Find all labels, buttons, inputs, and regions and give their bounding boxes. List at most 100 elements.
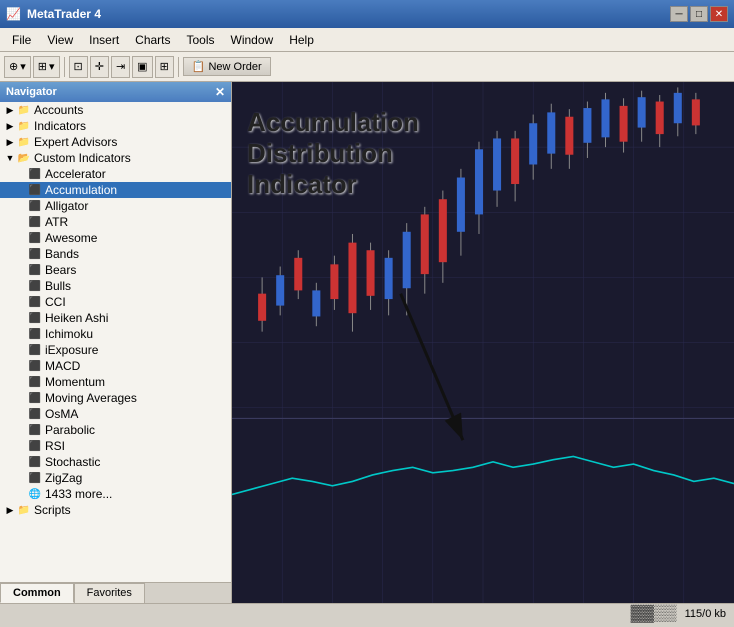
toolbar-btn-4[interactable]: ✛ bbox=[90, 56, 109, 78]
new-order-button[interactable]: 📋 New Order bbox=[183, 57, 271, 76]
minimize-button[interactable]: ─ bbox=[670, 6, 688, 22]
annotation-overlay: Accumulation Distribution Indicator bbox=[247, 107, 419, 201]
indicator-icon-ichimoku: ⬛ bbox=[28, 327, 42, 341]
nav-item-expert-advisors[interactable]: ▶ 📁 Expert Advisors bbox=[0, 134, 231, 150]
nav-label-parabolic: Parabolic bbox=[45, 423, 95, 437]
title-bar-title: MetaTrader 4 bbox=[27, 7, 101, 21]
toolbar-btn-5[interactable]: ⇥ bbox=[111, 56, 130, 78]
toolbar-icon-7: ⊞ bbox=[160, 60, 169, 73]
navigator-panel: Navigator ✕ ▶ 📁 Accounts ▶ 📁 Indicators … bbox=[0, 82, 232, 603]
nav-label-cci: CCI bbox=[45, 295, 66, 309]
nav-item-iexposure[interactable]: ⬛ iExposure bbox=[0, 342, 231, 358]
tab-common[interactable]: Common bbox=[0, 583, 74, 603]
menu-file[interactable]: File bbox=[4, 31, 39, 49]
menu-window[interactable]: Window bbox=[223, 31, 282, 49]
annotation-line2: Distribution bbox=[247, 138, 419, 169]
nav-item-accumulation[interactable]: ⬛ Accumulation bbox=[0, 182, 231, 198]
nav-item-awesome[interactable]: ⬛ Awesome bbox=[0, 230, 231, 246]
nav-item-more[interactable]: 🌐 1433 more... bbox=[0, 486, 231, 502]
menu-charts[interactable]: Charts bbox=[127, 31, 178, 49]
app-icon: 📈 bbox=[6, 7, 21, 21]
folder-icon-ea: 📁 bbox=[17, 135, 31, 149]
nav-item-parabolic[interactable]: ⬛ Parabolic bbox=[0, 422, 231, 438]
toolbar-btn-3[interactable]: ⊡ bbox=[69, 56, 88, 78]
title-bar: 📈 MetaTrader 4 ─ □ ✕ bbox=[0, 0, 734, 28]
status-bar: ▓▓▒▒ 115/0 kb bbox=[0, 603, 734, 623]
nav-label-custom-indicators: Custom Indicators bbox=[34, 151, 131, 165]
tab-favorites[interactable]: Favorites bbox=[74, 583, 145, 603]
indicator-icon-accelerator: ⬛ bbox=[28, 167, 42, 181]
maximize-button[interactable]: □ bbox=[690, 6, 708, 22]
main-area: Navigator ✕ ▶ 📁 Accounts ▶ 📁 Indicators … bbox=[0, 82, 734, 603]
indicator-icon-accumulation: ⬛ bbox=[28, 183, 42, 197]
nav-label-ichimoku: Ichimoku bbox=[45, 327, 93, 341]
nav-label-accounts: Accounts bbox=[34, 103, 83, 117]
indicator-icon-ma: ⬛ bbox=[28, 391, 42, 405]
more-icon: 🌐 bbox=[28, 487, 42, 501]
indicator-icon-stochastic: ⬛ bbox=[28, 455, 42, 469]
nav-item-atr[interactable]: ⬛ ATR bbox=[0, 214, 231, 230]
navigator-content[interactable]: ▶ 📁 Accounts ▶ 📁 Indicators ▶ 📁 Expert A… bbox=[0, 102, 231, 582]
toolbar-icon-3: ⊡ bbox=[74, 60, 83, 73]
nav-item-bulls[interactable]: ⬛ Bulls bbox=[0, 278, 231, 294]
indicator-icon-heiken-ashi: ⬛ bbox=[28, 311, 42, 325]
indicator-icon-iexposure: ⬛ bbox=[28, 343, 42, 357]
menu-insert[interactable]: Insert bbox=[81, 31, 127, 49]
title-bar-controls: ─ □ ✕ bbox=[670, 6, 728, 22]
nav-item-stochastic[interactable]: ⬛ Stochastic bbox=[0, 454, 231, 470]
navigator-close-button[interactable]: ✕ bbox=[215, 85, 225, 99]
nav-label-rsi: RSI bbox=[45, 439, 65, 453]
chart-area[interactable]: Accumulation Distribution Indicator bbox=[232, 82, 734, 603]
toolbar-icon-6: ▣ bbox=[137, 60, 147, 73]
indicator-icon-awesome: ⬛ bbox=[28, 231, 42, 245]
nav-label-bears: Bears bbox=[45, 263, 76, 277]
indicator-icon-alligator: ⬛ bbox=[28, 199, 42, 213]
indicator-icon-osma: ⬛ bbox=[28, 407, 42, 421]
menu-tools[interactable]: Tools bbox=[179, 31, 223, 49]
nav-label-zigzag: ZigZag bbox=[45, 471, 82, 485]
nav-label-accelerator: Accelerator bbox=[45, 167, 106, 181]
navigator-title: Navigator bbox=[6, 86, 57, 98]
menu-bar: File View Insert Charts Tools Window Hel… bbox=[0, 28, 734, 52]
toolbar-btn-2[interactable]: ⊞▾ bbox=[33, 56, 60, 78]
nav-item-heiken-ashi[interactable]: ⬛ Heiken Ashi bbox=[0, 310, 231, 326]
toolbar-icon-5: ⇥ bbox=[116, 60, 125, 73]
nav-item-osma[interactable]: ⬛ OsMA bbox=[0, 406, 231, 422]
folder-icon-custom: 📂 bbox=[17, 151, 31, 165]
nav-item-indicators[interactable]: ▶ 📁 Indicators bbox=[0, 118, 231, 134]
nav-item-momentum[interactable]: ⬛ Momentum bbox=[0, 374, 231, 390]
menu-help[interactable]: Help bbox=[281, 31, 322, 49]
toolbar-icon-4: ✛ bbox=[95, 60, 104, 73]
nav-label-macd: MACD bbox=[45, 359, 80, 373]
nav-item-cci[interactable]: ⬛ CCI bbox=[0, 294, 231, 310]
nav-item-alligator[interactable]: ⬛ Alligator bbox=[0, 198, 231, 214]
nav-item-bands[interactable]: ⬛ Bands bbox=[0, 246, 231, 262]
nav-item-moving-averages[interactable]: ⬛ Moving Averages bbox=[0, 390, 231, 406]
toolbar-btn-7[interactable]: ⊞ bbox=[155, 56, 174, 78]
navigator-tab-bar: Common Favorites bbox=[0, 582, 231, 603]
new-order-label: New Order bbox=[208, 61, 261, 73]
new-order-icon: 📋 bbox=[192, 60, 206, 73]
nav-item-rsi[interactable]: ⬛ RSI bbox=[0, 438, 231, 454]
indicator-icon-bears: ⬛ bbox=[28, 263, 42, 277]
nav-item-macd[interactable]: ⬛ MACD bbox=[0, 358, 231, 374]
nav-item-accelerator[interactable]: ⬛ Accelerator bbox=[0, 166, 231, 182]
nav-item-custom-indicators[interactable]: ▼ 📂 Custom Indicators bbox=[0, 150, 231, 166]
indicator-icon-bands: ⬛ bbox=[28, 247, 42, 261]
nav-label-momentum: Momentum bbox=[45, 375, 105, 389]
expand-icon-scripts: ▶ bbox=[4, 504, 16, 516]
menu-view[interactable]: View bbox=[39, 31, 81, 49]
nav-label-moving-averages: Moving Averages bbox=[45, 391, 137, 405]
nav-item-accounts[interactable]: ▶ 📁 Accounts bbox=[0, 102, 231, 118]
toolbar-btn-6[interactable]: ▣ bbox=[132, 56, 152, 78]
toolbar-btn-1[interactable]: ⊕▾ bbox=[4, 56, 31, 78]
toolbar-icon-2: ⊞ bbox=[38, 60, 47, 73]
toolbar-icon-1: ⊕ bbox=[9, 60, 18, 73]
indicator-icon-macd: ⬛ bbox=[28, 359, 42, 373]
nav-item-ichimoku[interactable]: ⬛ Ichimoku bbox=[0, 326, 231, 342]
close-button[interactable]: ✕ bbox=[710, 6, 728, 22]
indicator-icon-rsi: ⬛ bbox=[28, 439, 42, 453]
nav-item-scripts[interactable]: ▶ 📁 Scripts bbox=[0, 502, 231, 518]
nav-item-bears[interactable]: ⬛ Bears bbox=[0, 262, 231, 278]
nav-item-zigzag[interactable]: ⬛ ZigZag bbox=[0, 470, 231, 486]
